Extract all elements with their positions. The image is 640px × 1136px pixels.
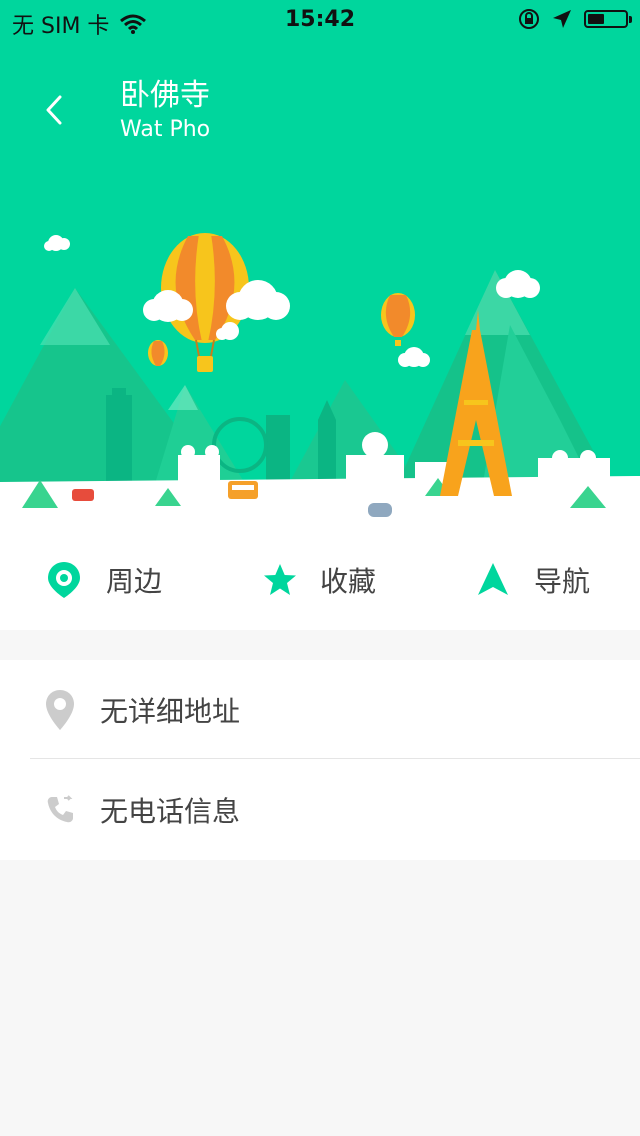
- battery-level: [588, 14, 604, 24]
- phone-row[interactable]: 无电话信息: [0, 760, 640, 859]
- navigate-label: 导航: [534, 565, 591, 598]
- star-icon: [264, 564, 296, 595]
- back-button[interactable]: [30, 84, 80, 134]
- navigation-arrow-icon: [478, 563, 508, 595]
- favorite-label: 收藏: [320, 565, 377, 598]
- phone-text: 无电话信息: [100, 794, 241, 828]
- nearby-label: 周边: [106, 565, 163, 598]
- nearby-button[interactable]: 周边: [44, 530, 162, 630]
- action-bar: 周边 收藏 导航: [0, 530, 640, 630]
- navigate-button[interactable]: 导航: [474, 530, 590, 630]
- location-pin-icon: [48, 562, 80, 598]
- info-card: 无详细地址 无电话信息: [0, 660, 640, 860]
- status-bar: 无 SIM 卡 15:42: [0, 0, 640, 40]
- divider: [30, 758, 640, 759]
- page-subtitle: Wat Pho: [120, 117, 211, 142]
- hero-banner: 无 SIM 卡 15:42 卧佛寺 Wat Pho: [0, 0, 640, 530]
- address-text: 无详细地址: [100, 694, 241, 728]
- location-arrow-icon: [553, 10, 571, 28]
- address-row[interactable]: 无详细地址: [0, 660, 640, 759]
- page-title: 卧佛寺: [120, 78, 210, 113]
- travel-illustration: [0, 233, 640, 530]
- battery-icon: [584, 10, 632, 28]
- phone-icon: [47, 794, 73, 822]
- favorite-button[interactable]: 收藏: [262, 530, 376, 630]
- map-pin-icon: [46, 689, 74, 730]
- orientation-lock-icon: [519, 9, 539, 29]
- chevron-left-icon: [46, 95, 62, 125]
